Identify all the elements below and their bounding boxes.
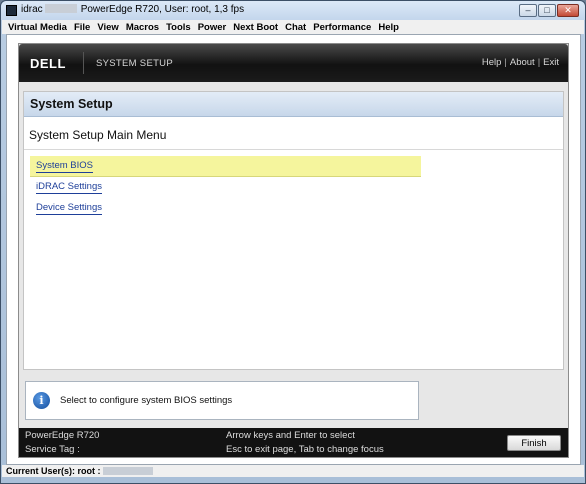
app-name: SYSTEM SETUP (96, 58, 173, 69)
menu-help[interactable]: Help (378, 22, 399, 33)
window-title-suffix: PowerEdge R720, User: root, 1,3 fps (80, 4, 245, 15)
system-setup-frame: DELL SYSTEM SETUP Help | About | Exit System… (18, 43, 569, 458)
window-controls: – □ ✕ (519, 4, 579, 17)
menu-item-device-settings[interactable]: Device Settings (30, 198, 421, 219)
menu-item-system-bios[interactable]: System BIOS (30, 156, 421, 177)
status-bar: Current User(s): root : (2, 465, 584, 477)
menu-virtual-media[interactable]: Virtual Media (8, 22, 67, 33)
menu-item-label: Device Settings (36, 202, 103, 215)
setup-page: System Setup System Setup Main Menu Syst… (23, 91, 564, 370)
console-app-icon (6, 5, 17, 16)
page-header: System Setup (24, 92, 563, 117)
menu-chat[interactable]: Chat (285, 22, 306, 33)
info-icon: i (33, 392, 50, 409)
close-button[interactable]: ✕ (557, 4, 579, 17)
redacted-users (102, 467, 153, 475)
redacted-hostname (44, 4, 77, 13)
link-separator: | (504, 57, 507, 68)
link-separator: | (537, 57, 541, 68)
dell-logo: DELL (30, 56, 66, 71)
menu-item-label: iDRAC Settings (36, 181, 102, 194)
finish-button[interactable]: Finish (507, 435, 561, 451)
keyboard-hint-2: Esc to exit page, Tab to change focus (226, 444, 384, 455)
window-title: idrac PowerEdge R720, User: root, 1,3 fps (21, 4, 244, 15)
menu-macros[interactable]: Macros (126, 22, 159, 33)
menu-power[interactable]: Power (198, 22, 227, 33)
help-link[interactable]: Help (482, 57, 502, 68)
menu-performance[interactable]: Performance (313, 22, 371, 33)
menu-tools[interactable]: Tools (166, 22, 191, 33)
console-window: idrac PowerEdge R720, User: root, 1,3 fps… (0, 0, 586, 484)
dell-header: DELL SYSTEM SETUP Help | About | Exit (19, 44, 568, 82)
menu-item-label: System BIOS (36, 160, 94, 173)
header-divider (83, 52, 84, 74)
main-menu-title: System Setup Main Menu (29, 128, 167, 142)
keyboard-hint-1: Arrow keys and Enter to select (226, 430, 355, 441)
exit-link[interactable]: Exit (543, 57, 559, 68)
help-box: i Select to configure system BIOS settin… (25, 381, 419, 420)
page-title: System Setup (30, 97, 113, 111)
service-tag-label: Service Tag : (25, 444, 80, 455)
console-viewport: DELL SYSTEM SETUP Help | About | Exit System… (6, 34, 581, 465)
window-title-prefix: idrac (21, 4, 43, 15)
about-link[interactable]: About (510, 57, 535, 68)
menu-next-boot[interactable]: Next Boot (233, 22, 278, 33)
footer-bar: PowerEdge R720 Service Tag : Arrow keys … (19, 428, 568, 457)
help-text: Select to configure system BIOS settings (60, 395, 233, 406)
maximize-button[interactable]: □ (538, 4, 556, 17)
menu-bar: Virtual Media File View Macros Tools Pow… (2, 20, 584, 34)
current-users-label: Current User(s): root : (6, 466, 101, 476)
minimize-button[interactable]: – (519, 4, 537, 17)
model-name: PowerEdge R720 (25, 430, 100, 441)
menu-file[interactable]: File (74, 22, 90, 33)
header-links: Help | About | Exit (482, 57, 559, 68)
divider (24, 149, 563, 150)
title-bar[interactable]: idrac PowerEdge R720, User: root, 1,3 fps… (1, 1, 585, 20)
menu-view[interactable]: View (97, 22, 118, 33)
menu-item-idrac-settings[interactable]: iDRAC Settings (30, 177, 421, 198)
